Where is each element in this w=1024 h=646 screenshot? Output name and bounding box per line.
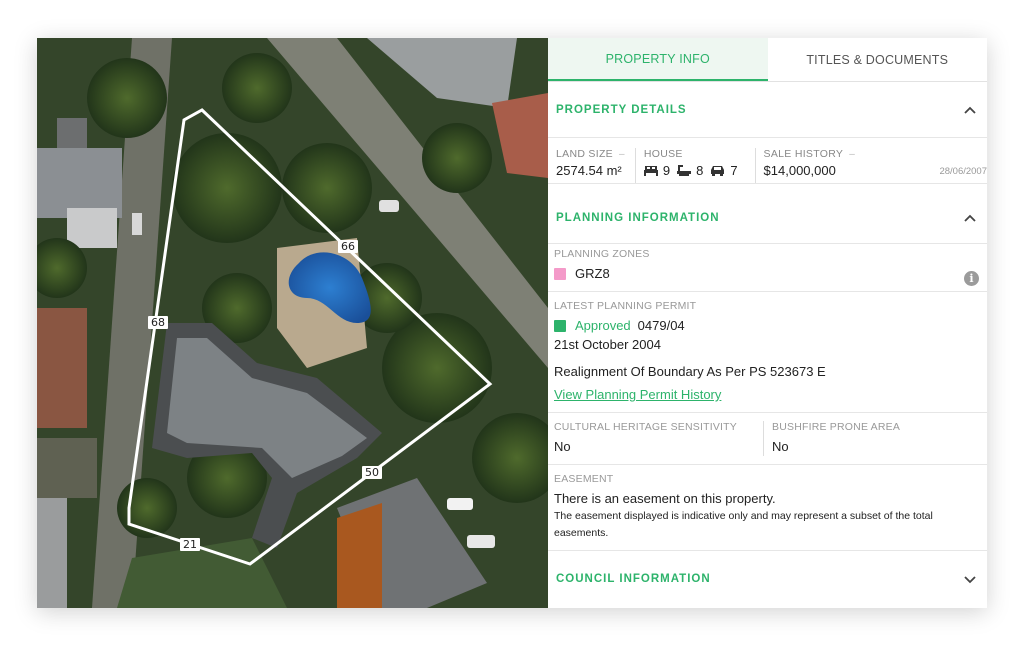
- lot-dimension-label: 50: [362, 466, 382, 479]
- permit-number: 0479/04: [637, 318, 685, 333]
- permit-status-swatch: [554, 319, 566, 332]
- sale-history-label: SALE HISTORY: [763, 148, 844, 160]
- land-size-dash: –: [618, 149, 625, 160]
- zone-color-swatch: [554, 267, 566, 280]
- property-details-header[interactable]: PROPERTY DETAILS: [548, 82, 987, 138]
- heritage: CULTURAL HERITAGE SENSITIVITY No: [554, 421, 763, 456]
- chevron-down-icon[interactable]: [963, 572, 977, 586]
- permit-status: Approved: [575, 318, 631, 333]
- car-icon: [711, 166, 725, 176]
- lot-dimension-label: 68: [148, 316, 168, 329]
- bath-icon: [677, 164, 692, 176]
- land-size-value: 2574.54 m²: [556, 163, 622, 178]
- heritage-label: CULTURAL HERITAGE SENSITIVITY: [554, 421, 737, 433]
- easement-label: EASEMENT: [554, 473, 614, 485]
- permit-history-link[interactable]: View Planning Permit History: [554, 385, 981, 404]
- tab-bar: PROPERTY INFO TITLES & DOCUMENTS: [548, 38, 987, 82]
- permit-date: 21st October 2004: [554, 337, 661, 352]
- bathrooms-count: 8: [696, 163, 704, 178]
- planning-information-header[interactable]: PLANNING INFORMATION: [548, 184, 987, 244]
- chevron-up-icon[interactable]: [963, 103, 977, 117]
- sale-date: 28/06/2007: [939, 166, 987, 177]
- section-title: COUNCIL INFORMATION: [556, 573, 711, 585]
- easement-value: There is an easement on this property.: [554, 491, 776, 506]
- property-details-row: LAND SIZE – 2574.54 m² HOUSE 9 8 7 SALE H…: [548, 138, 987, 184]
- sale-price: $14,000,000: [763, 163, 836, 178]
- latest-planning-permit: LATEST PLANNING PERMIT Approved 0479/04 …: [548, 292, 987, 413]
- council-information-header[interactable]: COUNCIL INFORMATION: [548, 551, 987, 607]
- house-features: HOUSE 9 8 7: [634, 148, 755, 183]
- section-title: PLANNING INFORMATION: [556, 211, 720, 224]
- permit-description: Realignment Of Boundary As Per PS 523673…: [554, 364, 826, 379]
- heritage-value: No: [554, 439, 571, 454]
- permit-label: LATEST PLANNING PERMIT: [554, 300, 697, 312]
- sale-history-dash: –: [849, 149, 856, 160]
- tab-property-info[interactable]: PROPERTY INFO: [548, 38, 768, 81]
- heritage-bushfire-row: CULTURAL HERITAGE SENSITIVITY No BUSHFIR…: [548, 413, 987, 465]
- aerial-map[interactable]: 66 68 50 21: [37, 38, 548, 608]
- planning-zones-label: PLANNING ZONES: [554, 248, 650, 260]
- tab-titles-documents[interactable]: TITLES & DOCUMENTS: [768, 38, 988, 81]
- lot-dimension-label: 66: [338, 240, 358, 253]
- chevron-up-icon[interactable]: [963, 211, 977, 225]
- planning-zones: PLANNING ZONES GRZ8 i: [548, 244, 987, 292]
- parking-count: 7: [730, 163, 738, 178]
- info-icon[interactable]: i: [964, 271, 979, 286]
- land-size-label: LAND SIZE: [556, 148, 613, 160]
- easement-note: The easement displayed is indicative onl…: [554, 510, 933, 539]
- aerial-imagery: [37, 38, 548, 608]
- section-title: PROPERTY DETAILS: [556, 103, 687, 116]
- lot-dimension-label: 21: [180, 538, 200, 551]
- bedrooms-count: 9: [662, 163, 671, 178]
- house-label: HOUSE: [643, 148, 683, 160]
- land-size: LAND SIZE – 2574.54 m²: [556, 148, 635, 183]
- bushfire-value: No: [772, 439, 789, 454]
- bed-icon: [643, 166, 658, 176]
- sale-history: SALE HISTORY – $14,000,000: [754, 148, 866, 183]
- easement: EASEMENT There is an easement on this pr…: [548, 465, 987, 551]
- zone-code: GRZ8: [575, 266, 610, 281]
- property-card: 66 68 50 21 PROPERTY INFO TITLES & DOCUM…: [37, 38, 987, 608]
- bushfire: BUSHFIRE PRONE AREA No: [763, 421, 981, 456]
- bushfire-label: BUSHFIRE PRONE AREA: [772, 421, 901, 433]
- property-panel: PROPERTY INFO TITLES & DOCUMENTS PROPERT…: [548, 38, 987, 608]
